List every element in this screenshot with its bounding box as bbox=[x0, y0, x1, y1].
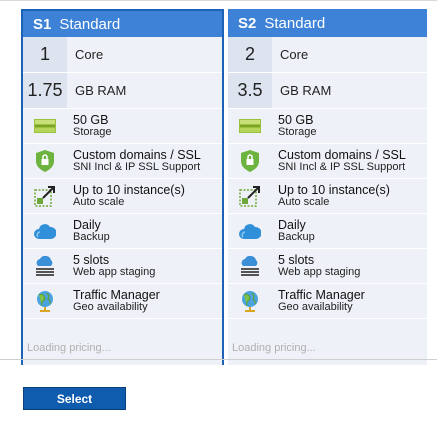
feature-title: 5 slots bbox=[73, 252, 110, 267]
feature-row-staging: 5 slots Web app staging bbox=[23, 249, 222, 284]
feature-subtitle: Auto scale bbox=[73, 195, 125, 208]
tier-name: Standard bbox=[59, 15, 121, 33]
select-button[interactable]: Select bbox=[23, 387, 126, 410]
feature-row-autoscale: Up to 10 instance(s) Auto scale bbox=[228, 179, 427, 214]
feature-row-traffic: Traffic Manager Geo availability bbox=[228, 284, 427, 319]
ram-label: GB RAM bbox=[280, 83, 332, 98]
cores-label: Core bbox=[280, 47, 309, 62]
ssl-shield-icon bbox=[239, 150, 261, 172]
ram-row: 3.5 GB RAM bbox=[228, 73, 427, 109]
feature-subtitle: Storage bbox=[278, 125, 317, 138]
feature-subtitle: Backup bbox=[278, 230, 315, 243]
feature-row-ssl: Custom domains / SSL SNI Incl & IP SSL S… bbox=[23, 144, 222, 179]
feature-row-storage: 50 GB Storage bbox=[23, 109, 222, 144]
loading-pricing-s1: Loading pricing... bbox=[27, 342, 111, 354]
tier-header: S1 Standard bbox=[23, 11, 222, 37]
loading-pricing-s2: Loading pricing... bbox=[232, 342, 316, 354]
pricing-tier-blade: S1 Standard 1 Core 1.75 GB RAM 50 GB Sto… bbox=[0, 0, 437, 431]
feature-subtitle: Web app staging bbox=[73, 265, 156, 278]
footer-divider bbox=[0, 359, 437, 360]
feature-title: Traffic Manager bbox=[73, 287, 160, 302]
feature-row-traffic: Traffic Manager Geo availability bbox=[23, 284, 222, 319]
feature-row-backup: Daily Backup bbox=[228, 214, 427, 249]
storage-icon bbox=[239, 115, 261, 137]
tier-card-s1[interactable]: S1 Standard 1 Core 1.75 GB RAM 50 GB Sto… bbox=[21, 9, 224, 365]
feature-row-staging: 5 slots Web app staging bbox=[228, 249, 427, 284]
tier-card-s2[interactable]: S2 Standard 2 Core 3.5 GB RAM 50 GB Stor… bbox=[228, 9, 427, 365]
feature-row-autoscale: Up to 10 instance(s) Auto scale bbox=[23, 179, 222, 214]
autoscale-icon bbox=[239, 185, 261, 207]
feature-row-storage: 50 GB Storage bbox=[228, 109, 427, 144]
cores-row: 1 Core bbox=[23, 37, 222, 73]
storage-icon bbox=[34, 115, 56, 137]
cores-label: Core bbox=[75, 47, 104, 62]
ram-row: 1.75 GB RAM bbox=[23, 73, 222, 109]
globe-icon bbox=[34, 290, 56, 312]
feature-title: Daily bbox=[73, 217, 101, 232]
tier-name: Standard bbox=[264, 14, 326, 32]
feature-row-backup: Daily Backup bbox=[23, 214, 222, 249]
cores-value: 2 bbox=[228, 37, 272, 72]
feature-title: Daily bbox=[278, 217, 306, 232]
cores-value: 1 bbox=[23, 37, 67, 72]
autoscale-icon bbox=[34, 185, 56, 207]
tier-code: S2 bbox=[238, 14, 257, 32]
cores-row: 2 Core bbox=[228, 37, 427, 73]
ram-value: 3.5 bbox=[228, 73, 272, 108]
ram-label: GB RAM bbox=[75, 83, 127, 98]
cloud-backup-icon bbox=[239, 220, 261, 242]
tier-code: S1 bbox=[33, 15, 52, 33]
feature-subtitle: Auto scale bbox=[278, 195, 330, 208]
feature-subtitle: Web app staging bbox=[278, 265, 361, 278]
feature-title: 50 GB bbox=[278, 112, 314, 127]
globe-icon bbox=[239, 290, 261, 312]
feature-title: Custom domains / SSL bbox=[73, 147, 201, 162]
staging-slots-icon bbox=[239, 255, 261, 277]
feature-title: 50 GB bbox=[73, 112, 109, 127]
feature-title: 5 slots bbox=[278, 252, 315, 267]
staging-slots-icon bbox=[34, 255, 56, 277]
feature-subtitle: Geo availability bbox=[73, 300, 148, 313]
feature-row-ssl: Custom domains / SSL SNI Incl & IP SSL S… bbox=[228, 144, 427, 179]
feature-title: Up to 10 instance(s) bbox=[278, 182, 390, 197]
feature-title: Up to 10 instance(s) bbox=[73, 182, 185, 197]
tier-cards: S1 Standard 1 Core 1.75 GB RAM 50 GB Sto… bbox=[0, 1, 437, 365]
feature-title: Custom domains / SSL bbox=[278, 147, 406, 162]
ram-value: 1.75 bbox=[23, 73, 67, 108]
tier-header: S2 Standard bbox=[228, 9, 427, 37]
feature-title: Traffic Manager bbox=[278, 287, 365, 302]
feature-subtitle: Storage bbox=[73, 125, 112, 138]
feature-subtitle: SNI Incl & IP SSL Support bbox=[278, 160, 406, 173]
feature-subtitle: Backup bbox=[73, 230, 110, 243]
cloud-backup-icon bbox=[34, 220, 56, 242]
ssl-shield-icon bbox=[34, 150, 56, 172]
feature-subtitle: Geo availability bbox=[278, 300, 353, 313]
feature-subtitle: SNI Incl & IP SSL Support bbox=[73, 160, 201, 173]
